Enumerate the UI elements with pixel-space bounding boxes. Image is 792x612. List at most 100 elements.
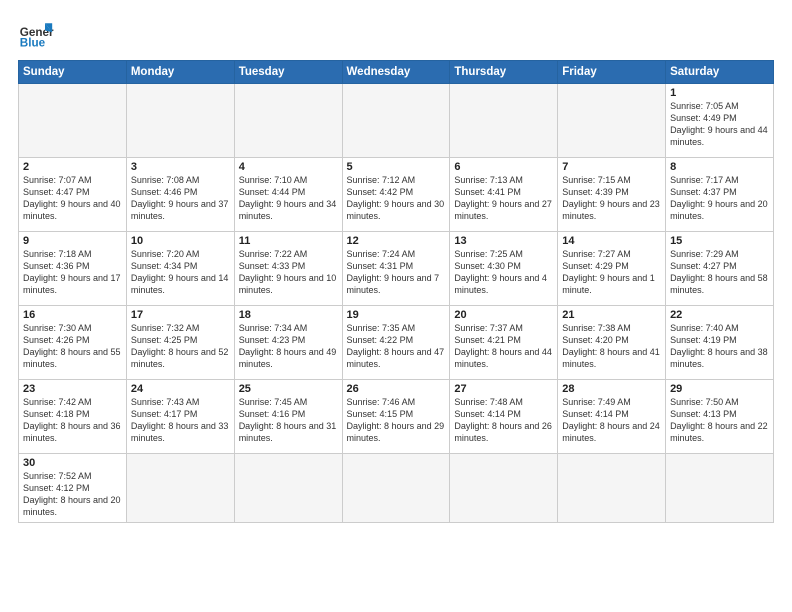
day-info: Sunrise: 7:05 AM Sunset: 4:49 PM Dayligh… — [670, 100, 769, 149]
day-info: Sunrise: 7:20 AM Sunset: 4:34 PM Dayligh… — [131, 248, 230, 297]
day-info: Sunrise: 7:24 AM Sunset: 4:31 PM Dayligh… — [347, 248, 446, 297]
day-number: 29 — [670, 383, 769, 395]
calendar-cell — [558, 84, 666, 158]
day-number: 25 — [239, 383, 338, 395]
calendar-cell: 10Sunrise: 7:20 AM Sunset: 4:34 PM Dayli… — [126, 232, 234, 306]
day-number: 14 — [562, 235, 661, 247]
logo: General Blue — [18, 16, 58, 52]
day-info: Sunrise: 7:13 AM Sunset: 4:41 PM Dayligh… — [454, 174, 553, 223]
weekday-header-sunday: Sunday — [19, 61, 127, 84]
day-info: Sunrise: 7:10 AM Sunset: 4:44 PM Dayligh… — [239, 174, 338, 223]
day-info: Sunrise: 7:42 AM Sunset: 4:18 PM Dayligh… — [23, 396, 122, 445]
day-number: 22 — [670, 309, 769, 321]
calendar-week-1: 1Sunrise: 7:05 AM Sunset: 4:49 PM Daylig… — [19, 84, 774, 158]
day-number: 1 — [670, 87, 769, 99]
day-number: 3 — [131, 161, 230, 173]
calendar-cell: 30Sunrise: 7:52 AM Sunset: 4:12 PM Dayli… — [19, 454, 127, 523]
calendar-week-6: 30Sunrise: 7:52 AM Sunset: 4:12 PM Dayli… — [19, 454, 774, 523]
calendar-cell: 28Sunrise: 7:49 AM Sunset: 4:14 PM Dayli… — [558, 380, 666, 454]
day-info: Sunrise: 7:27 AM Sunset: 4:29 PM Dayligh… — [562, 248, 661, 297]
day-number: 15 — [670, 235, 769, 247]
calendar-cell: 24Sunrise: 7:43 AM Sunset: 4:17 PM Dayli… — [126, 380, 234, 454]
day-number: 30 — [23, 457, 122, 469]
day-number: 4 — [239, 161, 338, 173]
calendar-cell — [666, 454, 774, 523]
day-number: 27 — [454, 383, 553, 395]
day-number: 20 — [454, 309, 553, 321]
day-number: 17 — [131, 309, 230, 321]
day-info: Sunrise: 7:49 AM Sunset: 4:14 PM Dayligh… — [562, 396, 661, 445]
day-info: Sunrise: 7:32 AM Sunset: 4:25 PM Dayligh… — [131, 322, 230, 371]
logo-icon: General Blue — [18, 16, 54, 52]
day-number: 13 — [454, 235, 553, 247]
calendar-cell: 1Sunrise: 7:05 AM Sunset: 4:49 PM Daylig… — [666, 84, 774, 158]
day-info: Sunrise: 7:25 AM Sunset: 4:30 PM Dayligh… — [454, 248, 553, 297]
calendar-cell — [558, 454, 666, 523]
calendar-cell: 29Sunrise: 7:50 AM Sunset: 4:13 PM Dayli… — [666, 380, 774, 454]
day-number: 2 — [23, 161, 122, 173]
calendar-cell — [450, 84, 558, 158]
day-number: 18 — [239, 309, 338, 321]
calendar-cell: 26Sunrise: 7:46 AM Sunset: 4:15 PM Dayli… — [342, 380, 450, 454]
day-number: 9 — [23, 235, 122, 247]
calendar-cell: 22Sunrise: 7:40 AM Sunset: 4:19 PM Dayli… — [666, 306, 774, 380]
calendar-cell — [342, 84, 450, 158]
weekday-header-saturday: Saturday — [666, 61, 774, 84]
calendar-cell: 3Sunrise: 7:08 AM Sunset: 4:46 PM Daylig… — [126, 158, 234, 232]
calendar-cell — [234, 454, 342, 523]
day-info: Sunrise: 7:29 AM Sunset: 4:27 PM Dayligh… — [670, 248, 769, 297]
day-number: 23 — [23, 383, 122, 395]
weekday-header-wednesday: Wednesday — [342, 61, 450, 84]
calendar-cell: 7Sunrise: 7:15 AM Sunset: 4:39 PM Daylig… — [558, 158, 666, 232]
calendar-cell: 19Sunrise: 7:35 AM Sunset: 4:22 PM Dayli… — [342, 306, 450, 380]
calendar-table: SundayMondayTuesdayWednesdayThursdayFrid… — [18, 60, 774, 523]
calendar-cell: 23Sunrise: 7:42 AM Sunset: 4:18 PM Dayli… — [19, 380, 127, 454]
calendar-cell — [234, 84, 342, 158]
day-info: Sunrise: 7:46 AM Sunset: 4:15 PM Dayligh… — [347, 396, 446, 445]
day-number: 8 — [670, 161, 769, 173]
day-info: Sunrise: 7:48 AM Sunset: 4:14 PM Dayligh… — [454, 396, 553, 445]
calendar-cell: 16Sunrise: 7:30 AM Sunset: 4:26 PM Dayli… — [19, 306, 127, 380]
day-number: 11 — [239, 235, 338, 247]
calendar-cell: 14Sunrise: 7:27 AM Sunset: 4:29 PM Dayli… — [558, 232, 666, 306]
day-info: Sunrise: 7:40 AM Sunset: 4:19 PM Dayligh… — [670, 322, 769, 371]
calendar-cell: 13Sunrise: 7:25 AM Sunset: 4:30 PM Dayli… — [450, 232, 558, 306]
weekday-header-monday: Monday — [126, 61, 234, 84]
calendar-cell: 25Sunrise: 7:45 AM Sunset: 4:16 PM Dayli… — [234, 380, 342, 454]
calendar-cell: 21Sunrise: 7:38 AM Sunset: 4:20 PM Dayli… — [558, 306, 666, 380]
calendar-cell: 20Sunrise: 7:37 AM Sunset: 4:21 PM Dayli… — [450, 306, 558, 380]
day-info: Sunrise: 7:30 AM Sunset: 4:26 PM Dayligh… — [23, 322, 122, 371]
day-number: 12 — [347, 235, 446, 247]
calendar-cell: 17Sunrise: 7:32 AM Sunset: 4:25 PM Dayli… — [126, 306, 234, 380]
day-number: 6 — [454, 161, 553, 173]
day-info: Sunrise: 7:07 AM Sunset: 4:47 PM Dayligh… — [23, 174, 122, 223]
day-info: Sunrise: 7:08 AM Sunset: 4:46 PM Dayligh… — [131, 174, 230, 223]
calendar-cell: 4Sunrise: 7:10 AM Sunset: 4:44 PM Daylig… — [234, 158, 342, 232]
calendar-cell: 15Sunrise: 7:29 AM Sunset: 4:27 PM Dayli… — [666, 232, 774, 306]
day-number: 28 — [562, 383, 661, 395]
day-info: Sunrise: 7:52 AM Sunset: 4:12 PM Dayligh… — [23, 470, 122, 519]
day-info: Sunrise: 7:38 AM Sunset: 4:20 PM Dayligh… — [562, 322, 661, 371]
calendar-cell: 8Sunrise: 7:17 AM Sunset: 4:37 PM Daylig… — [666, 158, 774, 232]
calendar-cell: 9Sunrise: 7:18 AM Sunset: 4:36 PM Daylig… — [19, 232, 127, 306]
weekday-header-tuesday: Tuesday — [234, 61, 342, 84]
day-info: Sunrise: 7:50 AM Sunset: 4:13 PM Dayligh… — [670, 396, 769, 445]
day-info: Sunrise: 7:12 AM Sunset: 4:42 PM Dayligh… — [347, 174, 446, 223]
calendar-cell: 5Sunrise: 7:12 AM Sunset: 4:42 PM Daylig… — [342, 158, 450, 232]
day-number: 19 — [347, 309, 446, 321]
calendar-cell: 11Sunrise: 7:22 AM Sunset: 4:33 PM Dayli… — [234, 232, 342, 306]
day-info: Sunrise: 7:37 AM Sunset: 4:21 PM Dayligh… — [454, 322, 553, 371]
day-info: Sunrise: 7:45 AM Sunset: 4:16 PM Dayligh… — [239, 396, 338, 445]
calendar-cell: 2Sunrise: 7:07 AM Sunset: 4:47 PM Daylig… — [19, 158, 127, 232]
header: General Blue — [18, 16, 774, 52]
calendar-cell — [19, 84, 127, 158]
weekday-header-thursday: Thursday — [450, 61, 558, 84]
day-info: Sunrise: 7:18 AM Sunset: 4:36 PM Dayligh… — [23, 248, 122, 297]
calendar-week-4: 16Sunrise: 7:30 AM Sunset: 4:26 PM Dayli… — [19, 306, 774, 380]
day-info: Sunrise: 7:35 AM Sunset: 4:22 PM Dayligh… — [347, 322, 446, 371]
calendar-week-3: 9Sunrise: 7:18 AM Sunset: 4:36 PM Daylig… — [19, 232, 774, 306]
day-number: 5 — [347, 161, 446, 173]
day-number: 16 — [23, 309, 122, 321]
calendar-cell — [342, 454, 450, 523]
day-info: Sunrise: 7:15 AM Sunset: 4:39 PM Dayligh… — [562, 174, 661, 223]
